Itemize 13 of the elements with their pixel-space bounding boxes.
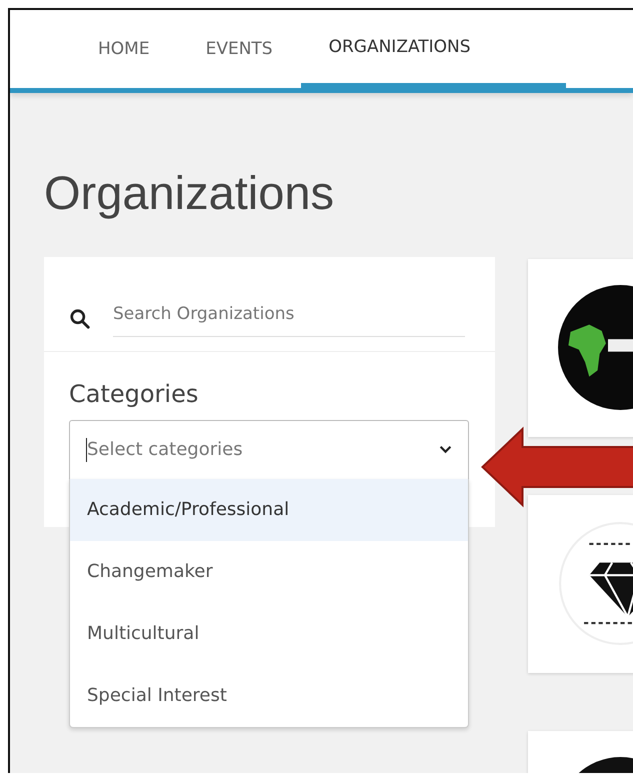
chevron-down-icon bbox=[439, 445, 452, 454]
category-option[interactable]: Multicultural bbox=[70, 602, 468, 665]
category-option[interactable]: Special Interest bbox=[70, 664, 468, 727]
category-option[interactable]: Academic/Professional bbox=[70, 478, 468, 541]
category-option[interactable]: Changemaker bbox=[70, 540, 468, 603]
page-title: Organizations bbox=[44, 167, 335, 219]
nav-tab[interactable]: HOME bbox=[70, 10, 178, 93]
search-field[interactable]: Search Organizations bbox=[113, 300, 465, 338]
nav-tab[interactable]: EVENTS bbox=[178, 10, 301, 93]
category-select[interactable]: Select categories bbox=[69, 420, 469, 480]
search-icon bbox=[69, 308, 91, 330]
nav-tab[interactable]: ORGANIZATIONS bbox=[300, 10, 566, 93]
categories-label: Categories bbox=[69, 380, 200, 408]
